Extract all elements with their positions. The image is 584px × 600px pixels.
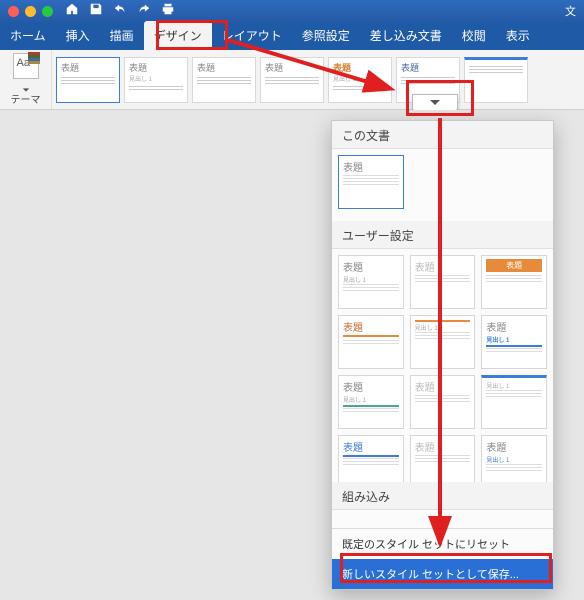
thumb-title: 表題	[415, 439, 471, 454]
style-thumb[interactable]: 表題	[56, 57, 120, 103]
tab-design[interactable]: デザイン	[144, 21, 212, 50]
style-set-dropdown: この文書 表題 ユーザー設定 表題 見出し 1 表題 表題	[331, 120, 554, 590]
thumb-sub: 見出し 1	[486, 381, 542, 390]
titlebar: 文	[0, 0, 584, 22]
style-set-thumb[interactable]: 表題	[338, 155, 404, 209]
thumb-title: 表題	[129, 61, 183, 74]
thumb-sub: 見出し 1	[343, 275, 399, 284]
thumb-title: 表題	[486, 319, 542, 334]
thumb-title: 表題	[343, 259, 399, 274]
section-header-user: ユーザー設定	[332, 221, 553, 249]
tab-review[interactable]: 校閲	[452, 21, 496, 50]
tab-mailings[interactable]: 差し込み文書	[360, 21, 452, 50]
style-set-thumb[interactable]: 表題	[410, 435, 476, 482]
style-set-thumb[interactable]: 表題	[338, 315, 404, 369]
print-icon[interactable]	[161, 2, 175, 21]
document-formatting-gallery: 表題 表題 見出し 1 表題 表題 表題 見出し 1 表題	[52, 50, 584, 109]
undo-icon[interactable]	[113, 2, 127, 21]
chevron-down-icon	[429, 99, 441, 107]
minimize-window-button[interactable]	[25, 6, 36, 17]
style-set-thumb[interactable]: 見出し 1	[481, 375, 547, 429]
thumb-sub: 見出し 1	[415, 323, 471, 332]
style-set-thumb[interactable]: 表題 見出し 1	[338, 375, 404, 429]
style-set-thumb[interactable]: 表題 見出し 1	[481, 315, 547, 369]
style-set-thumb[interactable]: 表題	[481, 255, 547, 309]
style-set-thumb[interactable]: 表題 見出し 1	[338, 255, 404, 309]
zoom-window-button[interactable]	[42, 6, 53, 17]
tab-references[interactable]: 参照設定	[292, 21, 360, 50]
redo-icon[interactable]	[137, 2, 151, 21]
style-thumb[interactable]: 表題 見出し 1	[328, 57, 392, 103]
section-header-this-document: この文書	[332, 121, 553, 149]
thumb-sub: 見出し 1	[486, 455, 542, 464]
style-thumb[interactable]: 表題 見出し 1	[124, 57, 188, 103]
tab-layout[interactable]: レイアウト	[212, 21, 292, 50]
tab-home[interactable]: ホーム	[0, 21, 56, 50]
thumb-title: 表題	[333, 61, 387, 74]
close-window-button[interactable]	[8, 6, 19, 17]
style-set-thumb[interactable]: 表題	[338, 435, 404, 482]
tab-insert[interactable]: 挿入	[56, 21, 100, 50]
style-thumb[interactable]: 表題	[192, 57, 256, 103]
style-thumb[interactable]: 表題	[260, 57, 324, 103]
quick-access-toolbar	[65, 2, 175, 21]
themes-group[interactable]: テーマ	[0, 50, 52, 109]
thumb-title: 表題	[343, 319, 399, 334]
style-set-thumb[interactable]: 見出し 1	[410, 315, 476, 369]
save-icon[interactable]	[89, 2, 103, 21]
section-header-builtin: 組み込み	[332, 482, 553, 510]
thumb-title: 表題	[415, 259, 471, 274]
themes-label: テーマ	[11, 91, 41, 106]
thumb-title: 表題	[265, 61, 319, 74]
thumb-title: 表題	[343, 159, 399, 174]
chevron-down-icon	[22, 81, 30, 89]
thumb-title: 表題	[401, 61, 455, 74]
thumb-title: 表題	[343, 439, 399, 454]
thumb-sub: 見出し 1	[333, 74, 387, 83]
thumb-sub: 見出し 1	[486, 335, 542, 344]
thumb-title: 表題	[197, 61, 251, 74]
style-set-thumb[interactable]: 表題 見出し 1	[481, 435, 547, 482]
tab-view[interactable]: 表示	[496, 21, 540, 50]
themes-icon	[13, 53, 39, 79]
doc-title-fragment: 文	[565, 3, 576, 19]
thumb-title: 表題	[415, 379, 471, 394]
thumb-title: 表題	[486, 259, 542, 272]
save-new-style-set-button[interactable]: 新しいスタイル セットとして保存...	[332, 559, 553, 589]
reset-style-set-button[interactable]: 既定のスタイル セットにリセット	[332, 529, 553, 559]
style-set-thumb[interactable]: 表題	[410, 255, 476, 309]
style-thumb[interactable]	[464, 57, 528, 103]
style-set-thumb[interactable]: 表題	[410, 375, 476, 429]
thumb-sub: 見出し 1	[343, 395, 399, 404]
thumb-title: 表題	[486, 439, 542, 454]
home-icon[interactable]	[65, 2, 79, 21]
tab-draw[interactable]: 描画	[100, 21, 144, 50]
ribbon-tabs: ホーム 挿入 描画 デザイン レイアウト 参照設定 差し込み文書 校閲 表示	[0, 22, 584, 50]
dropdown-footer: 既定のスタイル セットにリセット 新しいスタイル セットとして保存...	[332, 528, 553, 589]
thumb-sub: 見出し 1	[129, 74, 183, 83]
window-controls	[8, 6, 53, 17]
ribbon-body: テーマ 表題 表題 見出し 1 表題 表題 表題 見出し 1 表題	[0, 50, 584, 110]
thumb-title: 表題	[343, 379, 399, 394]
thumb-title: 表題	[61, 61, 115, 74]
